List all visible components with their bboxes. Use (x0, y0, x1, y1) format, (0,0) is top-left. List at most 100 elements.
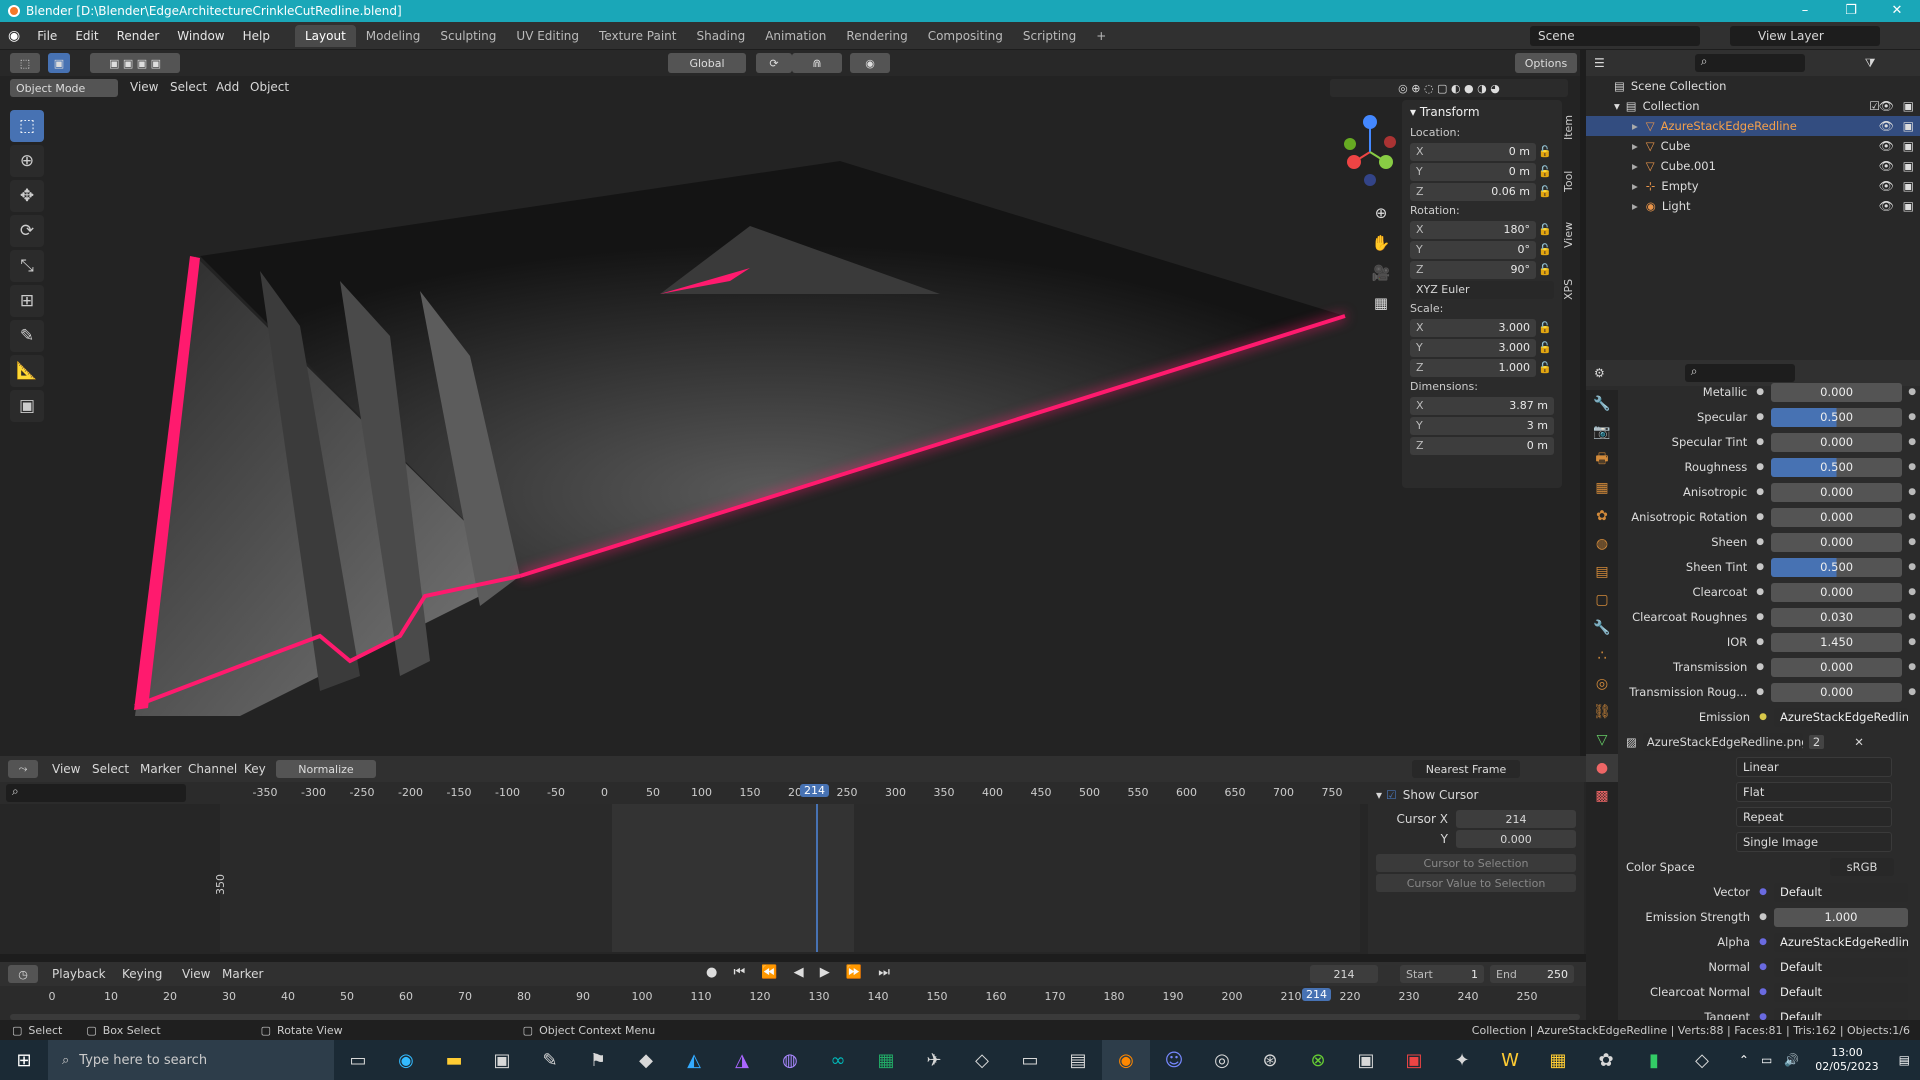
file-explorer-icon[interactable]: ▬ (430, 1040, 478, 1080)
app-icon-1[interactable]: ✎ (526, 1040, 574, 1080)
prop-field[interactable]: 0.030 (1771, 607, 1903, 627)
outliner-item[interactable]: ▸ ▽ AzureStackEdgeRedline 👁 ▣ (1586, 116, 1920, 136)
scale-y-field[interactable]: Y 3.000 (1410, 338, 1536, 357)
menu-marker[interactable]: Marker (222, 967, 263, 981)
snap-dropdown[interactable]: Nearest Frame (1412, 760, 1520, 778)
rotation-mode-dropdown[interactable]: XYZ Euler (1410, 280, 1554, 299)
selection-mode-buttons[interactable]: ▣ ▣ ▣ ▣ (90, 53, 180, 73)
properties-search-input[interactable]: ⌕ (1684, 364, 1795, 382)
clearcoat-normal-field[interactable]: Default (1774, 982, 1908, 1002)
app-icon-8[interactable]: ▣ (1342, 1040, 1390, 1080)
outliner-search-input[interactable]: ⌕ (1694, 54, 1805, 72)
xbox-icon[interactable]: ⊗ (1294, 1040, 1342, 1080)
eye-icon[interactable]: 👁 (1879, 139, 1894, 153)
outliner-item[interactable]: ▸ ◉ Light 👁 ▣ (1586, 196, 1920, 216)
socket-icon[interactable]: ● (1755, 587, 1765, 597)
pan-hand-icon[interactable]: ✋ (1370, 228, 1392, 258)
normal-field[interactable]: Default (1774, 957, 1908, 977)
tab-item[interactable]: Item (1562, 100, 1575, 154)
scale-x-field[interactable]: X 3.000 (1410, 318, 1536, 337)
camera-icon[interactable]: ▣ (1903, 199, 1914, 213)
tab-modeling[interactable]: Modeling (356, 25, 431, 47)
tab-scripting[interactable]: Scripting (1013, 25, 1086, 47)
expand-icon[interactable]: ▸ (1632, 139, 1638, 153)
clock[interactable]: 13:00 02/05/2023 (1815, 1046, 1878, 1074)
vscode-icon[interactable]: ◭ (670, 1040, 718, 1080)
checkbox-icon[interactable]: ☑ (1386, 788, 1397, 802)
keyframe-icon[interactable]: ● (1906, 387, 1918, 397)
rotation-z-field[interactable]: Z 90° (1410, 260, 1536, 279)
task-view-icon[interactable]: ▭ (334, 1040, 382, 1080)
keyframe-icon[interactable]: ● (1906, 437, 1918, 447)
blender-menu-icon[interactable]: ◉ (0, 28, 28, 44)
annotate-tool[interactable]: ✎ (10, 320, 44, 352)
playhead-line[interactable] (816, 804, 818, 952)
tab-texture-paint[interactable]: Texture Paint (589, 25, 686, 47)
snap-icon[interactable]: ⋒ (792, 53, 842, 73)
location-z-field[interactable]: Z 0.06 m (1410, 182, 1536, 201)
menu-object[interactable]: Object (250, 80, 289, 94)
prop-field[interactable]: 0.000 (1771, 382, 1903, 402)
source-dropdown[interactable]: Single Image (1736, 832, 1892, 852)
lock-icon[interactable]: 🔓 (1536, 341, 1554, 354)
camera-icon[interactable]: ▣ (1903, 179, 1914, 193)
keyframe-icon[interactable]: ● (1906, 412, 1918, 422)
tab-sculpting[interactable]: Sculpting (430, 25, 506, 47)
tab-view[interactable]: View (1562, 208, 1575, 262)
menu-file[interactable]: File (28, 29, 66, 43)
camera-icon[interactable]: ▣ (1903, 139, 1914, 153)
extension-dropdown[interactable]: Repeat (1736, 807, 1892, 827)
tab-xps[interactable]: XPS (1562, 262, 1575, 316)
github-icon[interactable]: ◍ (766, 1040, 814, 1080)
dimensions-z-field[interactable]: Z 0 m (1410, 436, 1554, 455)
rotation-y-field[interactable]: Y 0° (1410, 240, 1536, 259)
tab-shading[interactable]: Shading (686, 25, 755, 47)
socket-icon[interactable]: ● (1755, 687, 1765, 697)
excel-icon[interactable]: ▦ (862, 1040, 910, 1080)
cursor-x-field[interactable]: 214 (1456, 810, 1576, 828)
prop-field[interactable]: 0.000 (1771, 507, 1903, 527)
transform-tool[interactable]: ⊞ (10, 285, 44, 317)
network-icon[interactable]: ▭ (1761, 1053, 1772, 1067)
blender-taskbar-icon[interactable]: ◉ (1102, 1040, 1150, 1080)
end-frame-field[interactable]: End 250 (1490, 965, 1574, 983)
app-icon-5[interactable]: ◇ (958, 1040, 1006, 1080)
prop-field[interactable]: 1.450 (1771, 632, 1903, 652)
tray-chevron-icon[interactable]: ⌃ (1739, 1053, 1749, 1067)
playback-controls[interactable]: ● ⏮ ⏪ ◀ ▶ ⏩ ⏭ (706, 965, 896, 980)
dimensions-y-field[interactable]: Y 3 m (1410, 416, 1554, 435)
scene-selector[interactable]: Scene (1530, 26, 1700, 46)
scene-collection-row[interactable]: ▤ Scene Collection (1586, 76, 1920, 96)
discord-icon[interactable]: ☺ (1150, 1040, 1198, 1080)
graph-area[interactable]: 350 (214, 804, 1360, 952)
menu-help[interactable]: Help (234, 29, 279, 43)
normalize-toggle[interactable]: Normalize (276, 760, 376, 778)
menu-view[interactable]: View (130, 80, 158, 94)
app-icon-6[interactable]: ▤ (1054, 1040, 1102, 1080)
outliner-item[interactable]: ▸ ▽ Cube.001 👁 ▣ (1586, 156, 1920, 176)
close-icon[interactable]: ✕ (1854, 735, 1864, 749)
image-users-count[interactable]: 2 (1808, 735, 1825, 749)
keyframe-icon[interactable]: ● (1906, 462, 1918, 472)
lock-icon[interactable]: 🔓 (1536, 361, 1554, 374)
eye-icon[interactable]: 👁 (1879, 199, 1894, 213)
eye-icon[interactable]: 👁 (1879, 159, 1894, 173)
app-icon-15[interactable]: ◇ (1678, 1040, 1726, 1080)
cursor-tool[interactable]: ⊕ (10, 145, 44, 177)
add-cube-tool[interactable]: ▣ (10, 390, 44, 422)
cursor-value-to-selection-button[interactable]: Cursor Value to Selection (1376, 874, 1576, 892)
emission-strength-field[interactable]: 1.000 (1774, 907, 1908, 927)
camera-icon[interactable]: ▣ (1903, 159, 1914, 173)
keyframe-icon[interactable]: ● (1906, 612, 1918, 622)
socket-icon[interactable]: ● (1755, 412, 1765, 422)
graph-menu-channel[interactable]: Channel (188, 762, 237, 776)
interp-dropdown[interactable]: Linear (1736, 757, 1892, 777)
view-layer-selector[interactable]: View Layer (1730, 26, 1880, 46)
socket-icon[interactable]: ● (1755, 612, 1765, 622)
location-y-field[interactable]: Y 0 m (1410, 162, 1536, 181)
lock-icon[interactable]: 🔓 (1536, 263, 1554, 276)
socket-icon[interactable]: ● (1758, 912, 1768, 922)
app-icon-12[interactable]: ▦ (1534, 1040, 1582, 1080)
expand-icon[interactable]: ▾ (1614, 99, 1620, 113)
graph-menu-select[interactable]: Select (92, 762, 129, 776)
